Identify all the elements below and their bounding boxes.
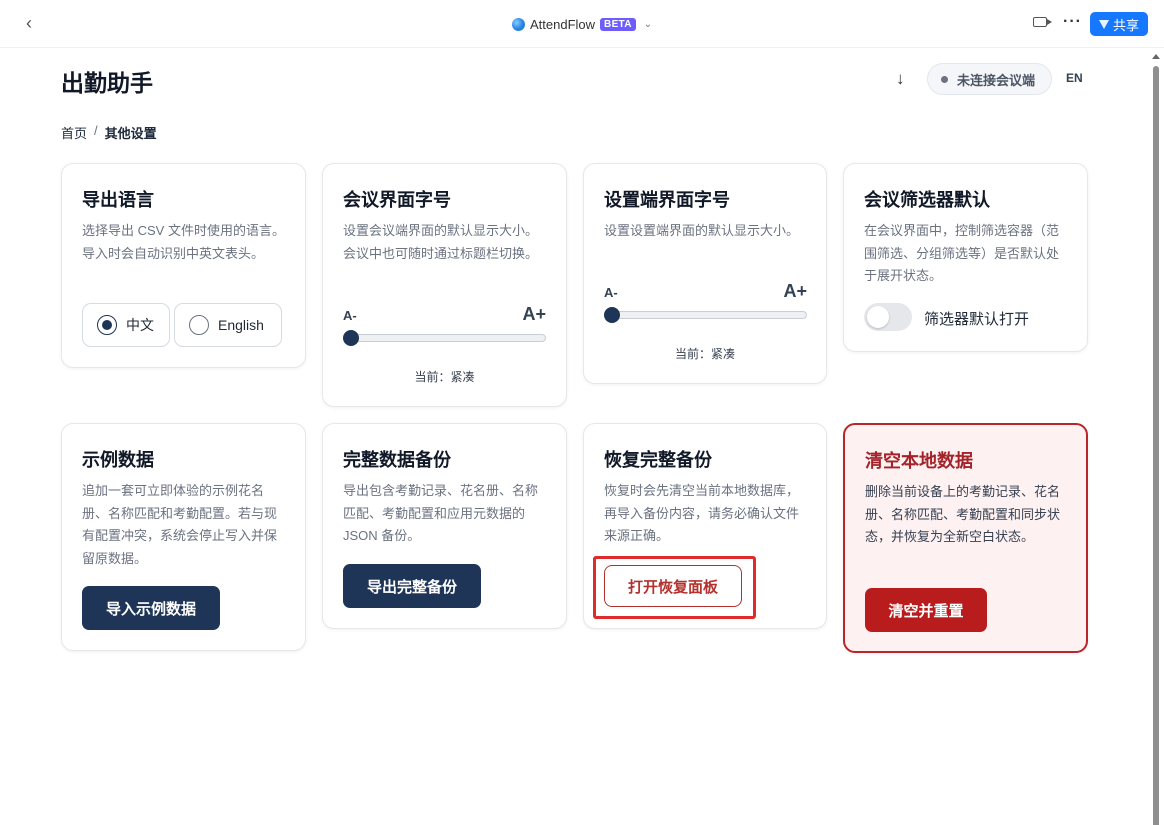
language-toggle-button[interactable]: EN: [1066, 71, 1083, 85]
slider-current-value: 当前：紧凑: [674, 347, 735, 361]
settings-font-slider-track[interactable]: [604, 311, 807, 319]
browser-top-bar: ‹ AttendFlow BETA ⌄ ··· 共享: [0, 0, 1164, 48]
card-description: 导出包含考勤记录、花名册、名称匹配、考勤配置和应用元数据的 JSON 备份。: [343, 483, 539, 543]
toggle-label: 筛选器默认打开: [924, 311, 1030, 328]
sample-data-card: 示例数据 追加一套可立即体验的示例花名册、名称匹配和考勤配置。若与现有配置冲突，…: [61, 423, 306, 651]
card-title: 完整数据备份: [343, 450, 451, 470]
import-sample-data-button[interactable]: 导入示例数据: [82, 586, 220, 630]
radio-checked-icon: [97, 315, 117, 335]
status-dot-icon: [941, 75, 948, 83]
radio-option-english[interactable]: English: [174, 303, 282, 347]
card-title: 清空本地数据: [865, 451, 973, 471]
radio-label: English: [218, 317, 264, 333]
scrollbar-thumb[interactable]: [1153, 66, 1159, 825]
meeting-font-slider-track[interactable]: [343, 334, 546, 342]
restore-backup-card: 恢复完整备份 恢复时会先清空当前本地数据库，再导入备份内容，请务必确认文件来源正…: [583, 423, 827, 629]
app-name: AttendFlow: [530, 16, 596, 32]
full-backup-card: 完整数据备份 导出包含考勤记录、花名册、名称匹配、考勤配置和应用元数据的 JSO…: [322, 423, 567, 629]
more-options-icon[interactable]: ···: [1063, 13, 1082, 31]
radio-option-chinese[interactable]: 中文: [82, 303, 170, 347]
radio-label: 中文: [126, 317, 154, 333]
clear-and-reset-button[interactable]: 清空并重置: [865, 588, 987, 632]
card-description: 设置会议端界面的默认显示大小。会议中也可随时通过标题栏切换。: [343, 223, 539, 261]
card-description: 在会议界面中，控制筛选容器（范围筛选、分组筛选等）是否默认处于展开状态。: [864, 223, 1060, 283]
video-camera-icon[interactable]: [1033, 17, 1052, 27]
card-title: 会议筛选器默认: [864, 190, 990, 210]
filter-default-toggle[interactable]: [864, 303, 912, 331]
share-label: 共享: [1112, 17, 1139, 33]
chevron-down-icon: ⌄: [643, 18, 653, 30]
export-language-card: 导出语言 选择导出 CSV 文件时使用的语言。导入时会自动识别中英文表头。 中文…: [61, 163, 306, 368]
connection-status-badge[interactable]: 未连接会议端: [927, 63, 1052, 95]
settings-font-slider-thumb[interactable]: [604, 307, 620, 323]
meeting-font-slider-thumb[interactable]: [343, 330, 359, 346]
scroll-up-arrow-icon[interactable]: [1152, 54, 1160, 59]
card-title: 导出语言: [82, 190, 154, 210]
export-full-backup-button[interactable]: 导出完整备份: [343, 564, 481, 608]
card-title: 恢复完整备份: [604, 450, 712, 470]
font-decrease-label: A-: [604, 285, 618, 300]
app-logo-icon: [512, 17, 525, 31]
slider-labels: A- A+: [604, 281, 807, 302]
card-title: 设置端界面字号: [604, 190, 730, 210]
back-chevron-icon[interactable]: ‹: [18, 12, 40, 34]
meeting-font-size-card: 会议界面字号 设置会议端界面的默认显示大小。会议中也可随时通过标题栏切换。 A-…: [322, 163, 567, 407]
card-description: 恢复时会先清空当前本地数据库，再导入备份内容，请务必确认文件来源正确。: [604, 483, 800, 543]
slider-current-value: 当前：紧凑: [414, 370, 475, 384]
export-language-radio-group: 中文 English: [82, 303, 282, 347]
card-description: 设置设置端界面的默认显示大小。: [604, 223, 800, 238]
breadcrumb-current: 其他设置: [104, 126, 157, 141]
card-title: 示例数据: [82, 450, 154, 470]
download-arrow-icon[interactable]: ↓: [896, 69, 905, 89]
clear-local-data-card: 清空本地数据 删除当前设备上的考勤记录、花名册、名称匹配、考勤配置和同步状态，并…: [843, 423, 1088, 653]
beta-badge: BETA: [600, 17, 636, 31]
slider-labels: A- A+: [343, 304, 546, 325]
app-title-menu[interactable]: AttendFlow BETA ⌄: [512, 14, 652, 34]
card-description: 选择导出 CSV 文件时使用的语言。导入时会自动识别中英文表头。: [82, 223, 285, 261]
share-button[interactable]: 共享: [1090, 12, 1148, 36]
settings-font-size-card: 设置端界面字号 设置设置端界面的默认显示大小。 A- A+ 当前：紧凑: [583, 163, 827, 384]
filter-default-card: 会议筛选器默认 在会议界面中，控制筛选容器（范围筛选、分组筛选等）是否默认处于展…: [843, 163, 1088, 352]
open-restore-panel-button[interactable]: 打开恢复面板: [604, 565, 742, 607]
vertical-scrollbar[interactable]: [1150, 50, 1162, 825]
breadcrumb: 首页 / 其他设置: [61, 123, 157, 142]
font-decrease-label: A-: [343, 308, 357, 323]
radio-unchecked-icon: [189, 315, 209, 335]
font-increase-label: A+: [783, 281, 807, 301]
breadcrumb-separator: /: [94, 123, 98, 138]
page-title: 出勤助手: [61, 70, 153, 96]
card-title: 会议界面字号: [343, 190, 451, 210]
font-increase-label: A+: [522, 304, 546, 324]
connection-status-text: 未连接会议端: [957, 72, 1036, 88]
breadcrumb-home-link[interactable]: 首页: [61, 123, 87, 142]
filter-icon: [1098, 19, 1109, 29]
card-description: 追加一套可立即体验的示例花名册、名称匹配和考勤配置。若与现有配置冲突，系统会停止…: [82, 483, 278, 566]
card-description: 删除当前设备上的考勤记录、花名册、名称匹配、考勤配置和同步状态，并恢复为全新空白…: [865, 484, 1061, 544]
